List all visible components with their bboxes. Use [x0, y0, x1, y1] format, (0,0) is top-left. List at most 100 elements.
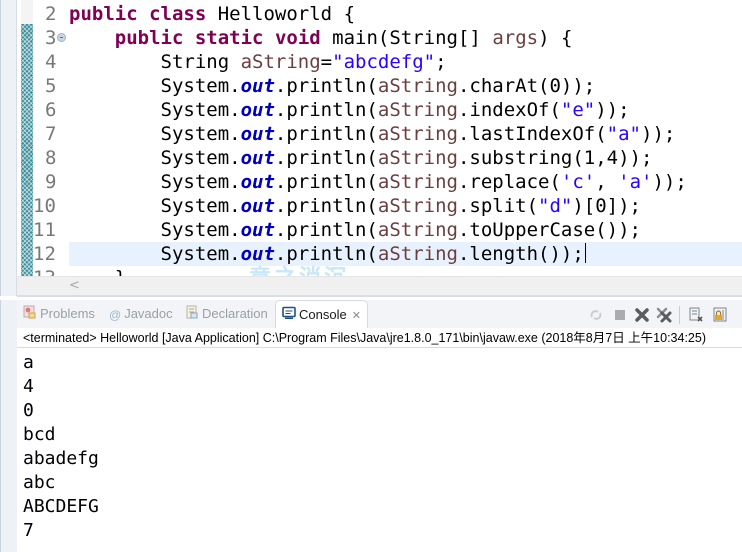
toolbar-separator [679, 306, 680, 324]
static-field-token: out [240, 147, 275, 169]
code-line[interactable]: 8 System.out.println(aString.substring(1… [1, 146, 742, 170]
keyword-token: static [194, 27, 264, 49]
horizontal-scrollbar[interactable]: < [17, 276, 742, 296]
code-token: .substring(1,4)); [457, 147, 653, 169]
variable-token: aString [377, 195, 458, 217]
scroll-lock-icon[interactable] [711, 306, 729, 324]
static-field-token: out [240, 195, 275, 217]
keyword-token: public [114, 27, 184, 49]
fold-collapse-icon[interactable] [57, 33, 66, 42]
console-output-line: 7 [23, 520, 34, 541]
static-field-token: out [240, 75, 275, 97]
code-token: System. [69, 195, 241, 217]
code-token: = [320, 51, 333, 73]
tab-problems-label: Problems [40, 306, 95, 321]
code-token: System. [69, 243, 241, 265]
keyword-token: public [69, 3, 138, 25]
console-toolbar [587, 306, 737, 324]
code-token: )[0]); [572, 195, 641, 217]
keyword-token: class [149, 3, 207, 25]
code-text: public class Helloworld { [69, 2, 355, 26]
code-token: )); [595, 99, 630, 121]
code-token: ) { [538, 27, 573, 49]
tab-javadoc-label: Javadoc [124, 306, 173, 321]
line-number: 11 [33, 219, 56, 241]
code-text: System.out.println(aString.lastIndexOf("… [69, 122, 676, 146]
code-line[interactable]: 3 public static void main(String[] args)… [1, 26, 742, 50]
code-token: .indexOf( [457, 99, 561, 121]
code-line[interactable]: 2 public class Helloworld { [1, 2, 742, 26]
code-line[interactable]: 12 System.out.println(aString.length()); [1, 242, 742, 266]
tab-declaration[interactable]: Declaration [185, 300, 268, 328]
string-literal-token: "abcdefg" [332, 51, 436, 73]
variable-token: aString [377, 123, 458, 145]
code-line[interactable]: 11 System.out.println(aString.toUpperCas… [1, 218, 742, 242]
code-line[interactable]: 9 System.out.println(aString.replace('c'… [1, 170, 742, 194]
string-literal-token: "d" [538, 195, 573, 217]
code-token: .split( [457, 195, 539, 217]
code-token: , [595, 171, 619, 193]
code-token: .println( [274, 171, 378, 193]
code-line[interactable]: 6 System.out.println(aString.indexOf("e"… [1, 98, 742, 122]
tab-javadoc[interactable]: @ Javadoc [109, 300, 173, 328]
code-token: .println( [274, 195, 378, 217]
terminate-icon[interactable] [611, 306, 629, 324]
code-token: .println( [274, 75, 378, 97]
code-text: System.out.println(aString.split("d")[0]… [69, 194, 642, 218]
tab-console-label: Console [299, 307, 347, 322]
tab-problems[interactable]: Problems [23, 300, 95, 328]
remove-all-terminated-icon[interactable] [655, 306, 673, 324]
variable-token: aString [377, 99, 458, 121]
code-line[interactable]: 4 String aString="abcdefg"; [1, 50, 742, 74]
clear-console-icon[interactable] [687, 306, 705, 324]
console-icon [282, 302, 296, 330]
code-token: .println( [274, 99, 378, 121]
console-process-status: <terminated> Helloworld [Java Applicatio… [17, 328, 742, 348]
static-field-token: out [240, 123, 275, 145]
declaration-icon [185, 301, 199, 329]
javadoc-icon: @ [109, 307, 122, 322]
code-token: String [69, 51, 241, 73]
code-token: System. [69, 123, 241, 145]
static-field-token: out [240, 171, 275, 193]
code-token: System. [69, 171, 241, 193]
string-literal-token: "e" [560, 99, 596, 121]
code-token: .lastIndexOf( [457, 123, 607, 145]
code-text: public static void main(String[] args) { [69, 26, 573, 50]
code-token: )); [652, 171, 687, 193]
close-console-tab-icon[interactable]: ✕ [352, 310, 361, 322]
variable-token: aString [377, 219, 458, 241]
tab-declaration-label: Declaration [202, 306, 268, 321]
static-field-token: out [240, 219, 275, 241]
tab-console[interactable]: Console ✕ [275, 300, 368, 328]
text-cursor [584, 243, 587, 263]
code-token: .replace( [457, 171, 561, 193]
scroll-left-icon[interactable]: < [69, 278, 80, 293]
console-view: Problems @Javadoc Declaration Console ✕ [0, 300, 742, 552]
relaunch-icon[interactable] [587, 306, 605, 324]
console-output-line: 4 [23, 376, 34, 397]
code-line[interactable]: 7 System.out.println(aString.lastIndexOf… [1, 122, 742, 146]
code-line[interactable]: 5 System.out.println(aString.charAt(0)); [1, 74, 742, 98]
code-token: main(String[] [320, 27, 493, 49]
code-token: .println( [274, 123, 378, 145]
console-output[interactable]: a 4 0 bcd abadefg abc ABCDEFG 7 [23, 351, 99, 543]
console-output-line: abc [23, 472, 56, 493]
code-line[interactable]: 10 System.out.println(aString.split("d")… [1, 194, 742, 218]
string-literal-token: 'a' [618, 171, 653, 193]
code-token: )); [641, 123, 676, 145]
console-output-line: 0 [23, 400, 34, 421]
console-output-line: a [23, 352, 34, 373]
code-token: Helloworld { [206, 3, 356, 25]
code-text: System.out.println(aString.substring(1,4… [69, 146, 653, 170]
code-token: ; [435, 51, 447, 73]
remove-launch-icon[interactable] [633, 306, 651, 324]
variable-token: aString [377, 147, 458, 169]
code-editor[interactable]: 2 public class Helloworld {3 public stati… [0, 0, 742, 297]
variable-token: aString [377, 243, 458, 265]
code-token: .charAt(0)); [457, 75, 596, 97]
static-field-token: out [240, 99, 275, 121]
